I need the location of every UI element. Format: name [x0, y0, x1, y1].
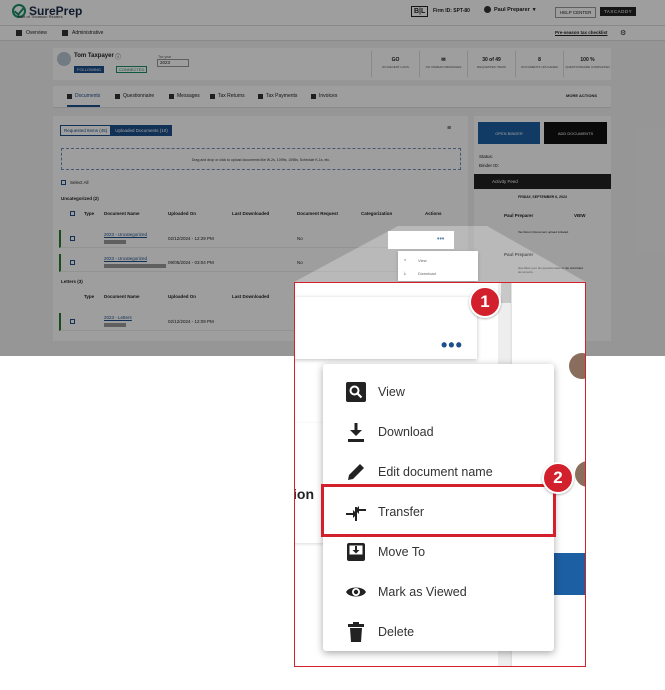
menu-item-mark-viewed[interactable]: Mark as Viewed	[323, 572, 554, 612]
zoom-actions-card: •••	[295, 297, 477, 359]
mini-ellipsis-icon[interactable]: •••	[437, 236, 444, 243]
menu-item-label: Download	[378, 425, 434, 439]
search-icon	[345, 381, 367, 403]
menu-item-label: Move To	[378, 545, 426, 559]
ellipsis-icon[interactable]: •••	[441, 336, 463, 354]
move-to-icon	[345, 541, 367, 563]
menu-item-delete[interactable]: Delete	[323, 612, 554, 652]
mini-download-icon: ⤓	[404, 270, 406, 275]
menu-item-label: View	[378, 385, 405, 399]
mini-search-icon: ⌕	[404, 257, 407, 262]
mini-action-menu: ⌕ View ⤓ Download	[398, 251, 478, 281]
pencil-icon	[345, 461, 367, 483]
step-1-badge: 1	[469, 286, 501, 318]
eye-icon	[345, 581, 367, 603]
step-2-badge: 2	[542, 462, 574, 494]
trash-icon	[345, 621, 367, 643]
mini-actions-card: •••	[388, 231, 454, 249]
menu-item-label: Edit document name	[378, 465, 493, 479]
menu-item-label: Delete	[378, 625, 415, 639]
menu-item-move-to[interactable]: Move To	[323, 532, 554, 572]
menu-item-label: Mark as Viewed	[378, 585, 467, 599]
download-icon	[345, 421, 367, 443]
mini-menu-download[interactable]: Download	[418, 271, 436, 276]
menu-item-view[interactable]: View	[323, 372, 554, 412]
zoom-scrollbar	[501, 283, 511, 303]
zoom-text-fragment: ion	[294, 486, 314, 502]
zoom-blue-button	[549, 553, 585, 595]
menu-item-download[interactable]: Download	[323, 412, 554, 452]
transfer-highlight	[321, 484, 556, 537]
mini-menu-view[interactable]: View	[418, 258, 427, 263]
